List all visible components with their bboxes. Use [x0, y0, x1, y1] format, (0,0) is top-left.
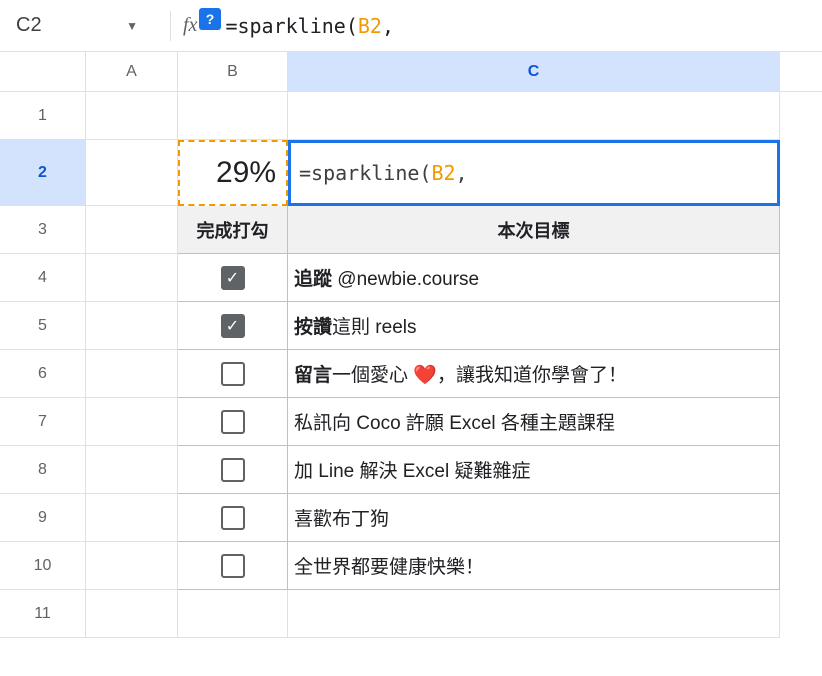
cell-C10[interactable]: 全世界都要健康快樂！	[288, 542, 780, 590]
cell-B5-checkbox[interactable]: ✓	[178, 302, 288, 350]
cell-B8-checkbox[interactable]	[178, 446, 288, 494]
divider	[170, 11, 171, 41]
formula-cell-ref: B2	[431, 161, 455, 185]
row-header-10[interactable]: 10	[0, 542, 86, 590]
cell-B1[interactable]	[178, 92, 288, 140]
formula-prefix: =sparkline(	[299, 161, 431, 185]
row-11: 11	[0, 590, 822, 638]
formula-suffix: ,	[456, 161, 468, 185]
cell-C3-header[interactable]: 本次目標	[288, 206, 780, 254]
row-10: 10 全世界都要健康快樂！	[0, 542, 822, 590]
cell-C5-bold: 按讚	[294, 317, 332, 338]
row-5: 5 ✓ 按讚這則 reels	[0, 302, 822, 350]
checkbox-checked-icon: ✓	[221, 314, 245, 338]
spreadsheet-grid: A B C 1 2 29% =sparkline(B2, 3 完成打勾 本次目標…	[0, 52, 822, 638]
cell-B4-checkbox[interactable]: ✓	[178, 254, 288, 302]
cell-C4-rest: @newbie.course	[332, 269, 479, 290]
formula-input[interactable]: =sparkline(B2,	[225, 14, 394, 38]
row-header-7[interactable]: 7	[0, 398, 86, 446]
checkbox-unchecked-icon	[221, 506, 245, 530]
row-4: 4 ✓ 追蹤 @newbie.course	[0, 254, 822, 302]
cell-C2-editing[interactable]: =sparkline(B2,	[288, 140, 780, 206]
formula-suffix: ,	[382, 14, 394, 38]
cell-A9[interactable]	[86, 494, 178, 542]
checkbox-checked-icon: ✓	[221, 266, 245, 290]
cell-B9-checkbox[interactable]	[178, 494, 288, 542]
cell-A8[interactable]	[86, 446, 178, 494]
checkbox-unchecked-icon	[221, 458, 245, 482]
cell-C7[interactable]: 私訊向 Coco 許願 Excel 各種主題課程	[288, 398, 780, 446]
column-header-C[interactable]: C	[288, 52, 780, 91]
fx-label-wrap: fx ?	[183, 14, 197, 37]
cell-A7[interactable]	[86, 398, 178, 446]
fx-label: fx	[183, 14, 197, 37]
cell-B11[interactable]	[178, 590, 288, 638]
cell-reference-box[interactable]: C2 ▼	[8, 0, 158, 51]
row-7: 7 私訊向 Coco 許願 Excel 各種主題課程	[0, 398, 822, 446]
formula-help-icon[interactable]: ?	[199, 8, 221, 30]
row-header-4[interactable]: 4	[0, 254, 86, 302]
cell-B6-checkbox[interactable]	[178, 350, 288, 398]
cell-A6[interactable]	[86, 350, 178, 398]
column-header-A[interactable]: A	[86, 52, 178, 91]
cell-A5[interactable]	[86, 302, 178, 350]
formula-prefix: =sparkline(	[225, 14, 357, 38]
checkbox-unchecked-icon	[221, 410, 245, 434]
cell-C5[interactable]: 按讚這則 reels	[288, 302, 780, 350]
cell-B7-checkbox[interactable]	[178, 398, 288, 446]
row-header-1[interactable]: 1	[0, 92, 86, 140]
checkbox-unchecked-icon	[221, 362, 245, 386]
row-6: 6 留言一個愛心 ❤️，讓我知道你學會了！	[0, 350, 822, 398]
row-header-8[interactable]: 8	[0, 446, 86, 494]
cell-C4[interactable]: 追蹤 @newbie.course	[288, 254, 780, 302]
row-header-11[interactable]: 11	[0, 590, 86, 638]
cell-A4[interactable]	[86, 254, 178, 302]
row-header-9[interactable]: 9	[0, 494, 86, 542]
formula-cell-ref: B2	[358, 14, 382, 38]
cell-A10[interactable]	[86, 542, 178, 590]
cell-A2[interactable]	[86, 140, 178, 206]
cell-C11[interactable]	[288, 590, 780, 638]
row-9: 9 喜歡布丁狗	[0, 494, 822, 542]
row-1: 1	[0, 92, 822, 140]
row-2: 2 29% =sparkline(B2,	[0, 140, 822, 206]
cell-B2-value: 29%	[216, 156, 276, 190]
cell-A11[interactable]	[86, 590, 178, 638]
checkbox-unchecked-icon	[221, 554, 245, 578]
cell-C4-bold: 追蹤	[294, 269, 332, 290]
column-headers: A B C	[0, 52, 822, 92]
cell-B3-header[interactable]: 完成打勾	[178, 206, 288, 254]
cell-C6-rest: 一個愛心 ❤️，讓我知道你學會了！	[332, 365, 627, 386]
row-header-5[interactable]: 5	[0, 302, 86, 350]
chevron-down-icon[interactable]: ▼	[126, 19, 138, 33]
row-header-2[interactable]: 2	[0, 140, 86, 206]
formula-bar: C2 ▼ fx ? =sparkline(B2,	[0, 0, 822, 52]
cell-C9[interactable]: 喜歡布丁狗	[288, 494, 780, 542]
row-3: 3 完成打勾 本次目標	[0, 206, 822, 254]
cell-A3[interactable]	[86, 206, 178, 254]
row-header-6[interactable]: 6	[0, 350, 86, 398]
cell-C6[interactable]: 留言一個愛心 ❤️，讓我知道你學會了！	[288, 350, 780, 398]
row-8: 8 加 Line 解決 Excel 疑難雜症	[0, 446, 822, 494]
cell-B2[interactable]: 29%	[178, 140, 288, 206]
cell-C6-bold: 留言	[294, 365, 332, 386]
cell-C5-rest: 這則 reels	[332, 317, 416, 338]
row-header-3[interactable]: 3	[0, 206, 86, 254]
cell-B10-checkbox[interactable]	[178, 542, 288, 590]
cell-A1[interactable]	[86, 92, 178, 140]
cell-reference-text: C2	[16, 14, 126, 37]
cell-C1[interactable]	[288, 92, 780, 140]
column-header-B[interactable]: B	[178, 52, 288, 91]
cell-C8[interactable]: 加 Line 解決 Excel 疑難雜症	[288, 446, 780, 494]
select-all-corner[interactable]	[0, 52, 86, 91]
